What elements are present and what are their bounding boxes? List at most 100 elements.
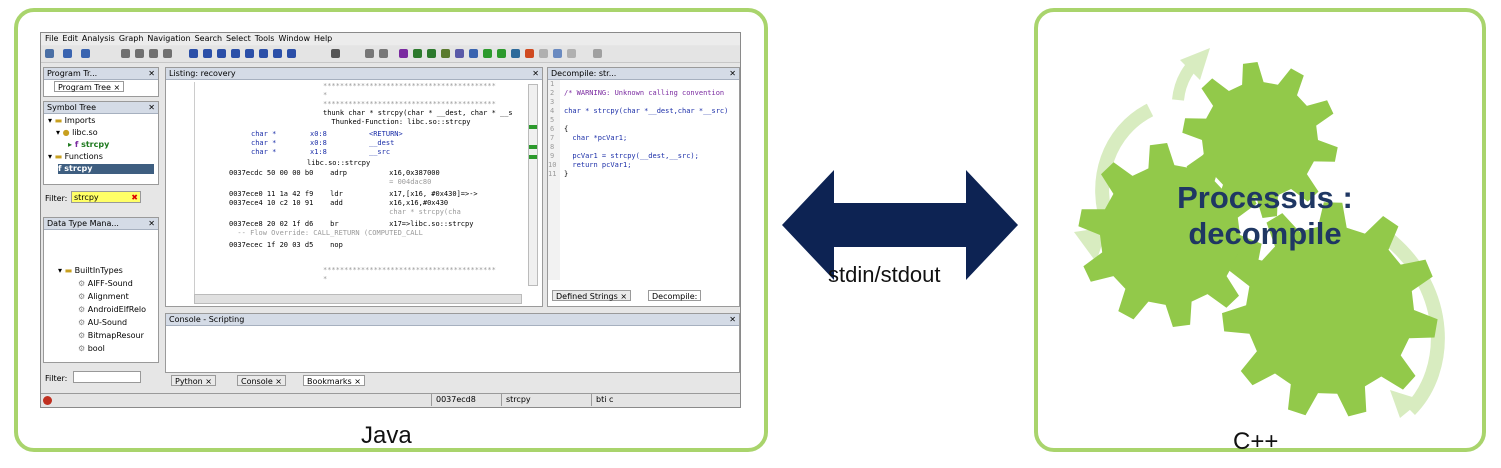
nav-icon[interactable] xyxy=(163,49,172,58)
tree-imports[interactable]: ▾ ▬ Imports xyxy=(48,116,95,126)
program-tree-window: Program Tr... ✕ Program Tree × xyxy=(43,67,159,97)
ghidra-screenshot: File Edit Analysis Graph Navigation Search Sel… xyxy=(40,32,741,408)
label-icon[interactable] xyxy=(245,49,254,58)
listing-vscrollbar[interactable] xyxy=(528,84,538,286)
tab-console[interactable]: Console × xyxy=(237,375,287,386)
menu-graph[interactable]: Graph xyxy=(119,33,144,45)
data-type-item[interactable]: ⚙ AU-Sound xyxy=(78,318,127,328)
menu-tools[interactable]: Tools xyxy=(255,33,275,45)
down-arrow-icon[interactable] xyxy=(189,49,198,58)
line-number-gutter: 1 2 3 4 5 6 7 8 9 10 11 xyxy=(548,80,560,280)
menu-analysis[interactable]: Analysis xyxy=(82,33,115,45)
tree-func-selected[interactable]: f strcpy xyxy=(58,164,154,174)
forward-icon[interactable] xyxy=(81,49,90,58)
filter-input[interactable]: strcpy ✖ xyxy=(71,191,141,203)
save-icon[interactable] xyxy=(45,49,54,58)
data-type-item[interactable]: ⚙ Alignment xyxy=(78,292,129,302)
menu-edit[interactable]: Edit xyxy=(62,33,78,45)
tab-decompile[interactable]: Decompile: xyxy=(648,290,702,301)
toolbar xyxy=(41,46,740,63)
listing-hscrollbar[interactable] xyxy=(194,294,522,304)
window-icon[interactable] xyxy=(539,49,548,58)
nav-icon[interactable] xyxy=(121,49,130,58)
tree-functions[interactable]: ▾ ▬ Functions xyxy=(48,152,103,162)
listing-line: 0037ece4 10 c2 10 91 add x16,x16,#0x430 xyxy=(229,199,449,207)
filter2-input[interactable] xyxy=(73,371,141,383)
listing-line: = 004dac80 xyxy=(229,178,432,186)
listing-line: 0037ecec 1f 20 03 d5 nop xyxy=(229,241,343,249)
graph-icon[interactable] xyxy=(469,49,478,58)
undo-icon[interactable] xyxy=(365,49,374,58)
undefined-icon[interactable] xyxy=(231,49,240,58)
tree-lib[interactable]: ▾ ● libc.so xyxy=(56,128,98,138)
decompile-title: Decompile: str... xyxy=(548,68,739,80)
listing-line: 0037ece0 11 1a 42 f9 ldr x17,[x16, #0x43… xyxy=(229,190,478,198)
java-caption: Java xyxy=(361,422,412,449)
tab-bookmarks[interactable]: Bookmarks × xyxy=(303,375,365,386)
listing-line: 0037ecdc 50 00 00 b0 adrp x16,0x387000 xyxy=(229,169,440,177)
program-tree-tab[interactable]: Program Tree × xyxy=(54,81,125,92)
redo-icon[interactable] xyxy=(379,49,388,58)
v-icon[interactable] xyxy=(273,49,282,58)
bytes-icon[interactable] xyxy=(331,49,340,58)
tab-defined-strings[interactable]: Defined Strings × xyxy=(552,290,632,301)
listing-line: Thunked-Function: libc.so::strcpy xyxy=(323,118,471,126)
b-icon[interactable] xyxy=(287,49,296,58)
menu-window[interactable]: Window xyxy=(278,33,310,45)
menu-help[interactable]: Help xyxy=(314,33,332,45)
data-type-item[interactable]: ⚙ BitmapResour xyxy=(78,331,144,341)
listing-line: thunk char * strcpy(char * __dest, char … xyxy=(323,109,513,117)
help-icon[interactable] xyxy=(593,49,602,58)
filter2-label: Filter: xyxy=(45,374,68,383)
window-icon[interactable] xyxy=(553,49,562,58)
menu-file[interactable]: File xyxy=(45,33,58,45)
data-type-item[interactable]: ⚙ AIFF-Sound xyxy=(78,279,133,289)
close-icon[interactable]: ✕ xyxy=(148,218,155,229)
run-icon[interactable] xyxy=(497,49,506,58)
listing-line: -- Flow Override: CALL_RETURN (COMPUTED_… xyxy=(229,229,423,237)
menu-bar: File Edit Analysis Graph Navigation Search Sel… xyxy=(41,33,740,45)
menu-search[interactable]: Search xyxy=(195,33,222,45)
close-icon[interactable]: ✕ xyxy=(729,68,736,79)
graph-icon[interactable] xyxy=(483,49,492,58)
menu-select[interactable]: Select xyxy=(226,33,251,45)
close-icon[interactable]: ✕ xyxy=(729,314,736,325)
symbol-tree-title: Symbol Tree xyxy=(44,102,158,114)
decompile-line: { xyxy=(564,125,569,133)
nav-icon[interactable] xyxy=(135,49,144,58)
instruction-icon[interactable] xyxy=(203,49,212,58)
listing-line: libc.so::strcpy xyxy=(307,159,371,167)
menu-navigation[interactable]: Navigation xyxy=(147,33,190,45)
listing-content[interactable]: ****************************************… xyxy=(194,82,521,294)
decompile-line: return pcVar1; xyxy=(564,161,632,169)
table-icon[interactable] xyxy=(455,49,464,58)
listing-window: Listing: recovery ✕ ********************… xyxy=(165,67,543,307)
decompile-line: } xyxy=(564,170,569,178)
close-icon[interactable]: ✕ xyxy=(148,102,155,113)
data-type-item[interactable]: ▾ ▬ BuiltInTypes xyxy=(58,266,123,276)
nav-icon[interactable] xyxy=(149,49,158,58)
data-type-item[interactable]: ⚙ AndroidElfRelo xyxy=(78,305,146,315)
window-icon[interactable] xyxy=(567,49,576,58)
listing-line: char * x0:8 <RETURN> xyxy=(251,130,403,138)
bug-icon[interactable] xyxy=(525,49,534,58)
close-icon[interactable]: ✕ xyxy=(148,68,155,79)
program-tree-title: Program Tr... xyxy=(44,68,158,80)
function-icon[interactable] xyxy=(259,49,268,58)
table-icon[interactable] xyxy=(441,49,450,58)
table-icon[interactable] xyxy=(427,49,436,58)
close-icon[interactable]: ✕ xyxy=(532,68,539,79)
filter-label: Filter: xyxy=(45,194,68,203)
check-icon[interactable] xyxy=(399,49,408,58)
back-icon[interactable] xyxy=(63,49,72,58)
listing-line: ****************************************… xyxy=(323,82,496,90)
tree-func-import[interactable]: ▸ f strcpy xyxy=(68,140,109,150)
listing-line: char * x1:8 __src xyxy=(251,148,391,156)
data-icon[interactable] xyxy=(217,49,226,58)
data-type-item[interactable]: ⚙ bool xyxy=(78,344,105,354)
script-icon[interactable] xyxy=(511,49,520,58)
cpp-caption: C++ xyxy=(1233,428,1279,455)
listing-title: Listing: recovery xyxy=(166,68,542,80)
tab-python[interactable]: Python × xyxy=(171,375,216,386)
table-icon[interactable] xyxy=(413,49,422,58)
